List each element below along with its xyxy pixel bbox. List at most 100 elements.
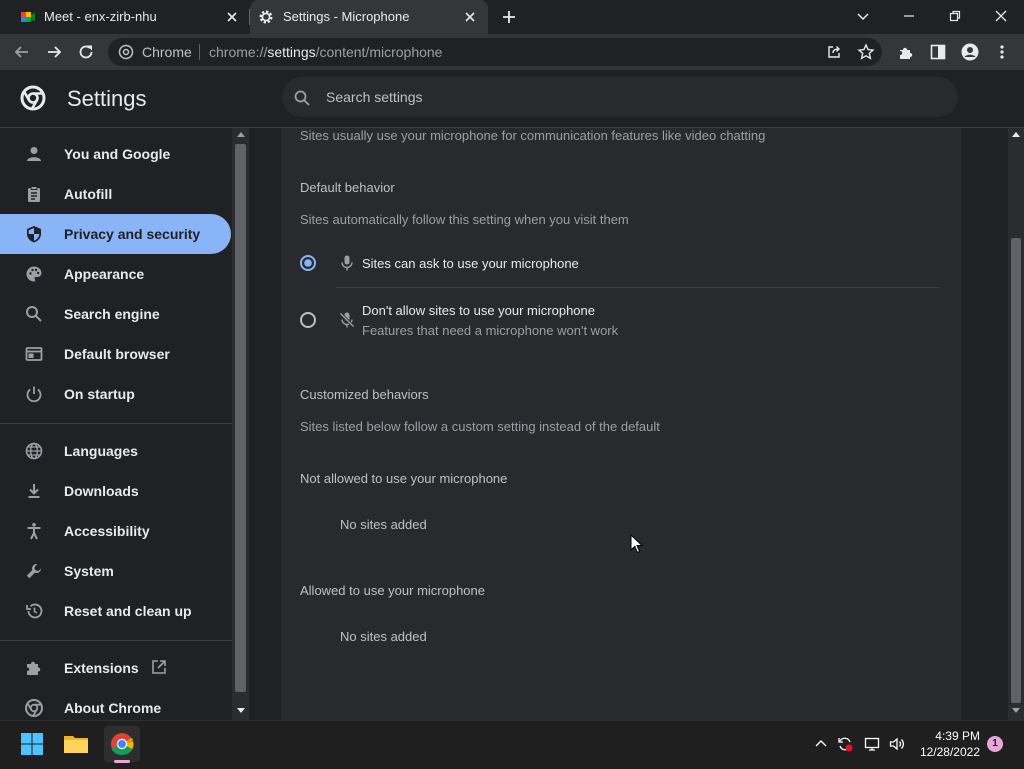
sidebar-divider bbox=[0, 423, 232, 424]
url-text[interactable]: chrome://settings/content/microphone bbox=[209, 44, 442, 60]
sidebar-item-default-browser[interactable]: Default browser bbox=[0, 334, 231, 374]
allowed-empty-text: No sites added bbox=[340, 629, 427, 644]
not-allowed-empty-text: No sites added bbox=[340, 517, 427, 532]
not-allowed-heading: Not allowed to use your microphone bbox=[300, 471, 508, 486]
option-block-label[interactable]: Don't allow sites to use your microphone bbox=[362, 303, 595, 318]
sidebar-item-extensions[interactable]: Extensions bbox=[0, 648, 231, 688]
allowed-heading: Allowed to use your microphone bbox=[300, 583, 485, 598]
palette-icon bbox=[24, 264, 44, 284]
mic-icon bbox=[338, 254, 356, 272]
customized-behaviors-sub: Sites listed below follow a custom setti… bbox=[300, 419, 660, 434]
reload-icon[interactable] bbox=[76, 42, 96, 62]
wrench-icon bbox=[24, 561, 44, 581]
extensions-icon[interactable] bbox=[896, 42, 916, 62]
volume-icon[interactable] bbox=[888, 735, 906, 753]
main-scrollbar-thumb[interactable] bbox=[1011, 238, 1021, 703]
sidebar-item-label: Default browser bbox=[64, 346, 170, 362]
radio-allow-ask[interactable] bbox=[300, 255, 316, 271]
close-tab-icon[interactable] bbox=[224, 9, 240, 25]
option-block-sub: Features that need a microphone won't wo… bbox=[362, 323, 619, 338]
tab-settings[interactable]: Settings - Microphone bbox=[250, 0, 488, 34]
network-icon[interactable] bbox=[863, 735, 881, 753]
sidebar-item-autofill[interactable]: Autofill bbox=[0, 174, 231, 214]
search-input[interactable] bbox=[318, 87, 934, 107]
back-icon[interactable] bbox=[12, 42, 32, 62]
file-explorer-icon[interactable] bbox=[60, 728, 92, 760]
show-hidden-icons-icon[interactable] bbox=[812, 735, 830, 753]
tab-meet[interactable]: Meet - enx-zirb-nhu bbox=[0, 0, 250, 34]
sidebar-item-label: System bbox=[64, 563, 114, 579]
windows-start-icon[interactable] bbox=[16, 728, 48, 760]
sidebar-item-label: Appearance bbox=[64, 266, 145, 282]
tab-title: Meet - enx-zirb-nhu bbox=[44, 9, 157, 24]
scroll-up-icon[interactable] bbox=[1012, 132, 1020, 137]
sidebar-item-downloads[interactable]: Downloads bbox=[0, 471, 231, 511]
power-icon bbox=[24, 384, 44, 404]
sidebar-item-label: About Chrome bbox=[64, 700, 162, 716]
chrome-icon bbox=[24, 698, 44, 718]
new-tab-icon[interactable] bbox=[500, 8, 518, 26]
page-title: Settings bbox=[67, 86, 147, 111]
sidebar-item-accessibility[interactable]: Accessibility bbox=[0, 511, 231, 551]
share-icon[interactable] bbox=[824, 42, 844, 62]
notification-badge[interactable]: 1 bbox=[987, 736, 1003, 752]
sidebar-item-label: Accessibility bbox=[64, 523, 150, 539]
sidebar-item-label: Autofill bbox=[64, 186, 113, 202]
sidebar-item-on-startup[interactable]: On startup bbox=[0, 374, 231, 414]
option-divider bbox=[336, 287, 940, 288]
sidebar-item-languages[interactable]: Languages bbox=[0, 431, 231, 471]
chrome-site-icon[interactable] bbox=[118, 44, 134, 60]
sidebar-item-appearance[interactable]: Appearance bbox=[0, 254, 231, 294]
menu-icon[interactable] bbox=[992, 42, 1012, 62]
person-icon bbox=[24, 144, 44, 164]
history-icon bbox=[24, 601, 44, 621]
tab-search-icon[interactable] bbox=[853, 6, 873, 26]
sidebar-item-label: Reset and clean up bbox=[64, 603, 192, 619]
chrome-taskbar-icon[interactable] bbox=[106, 728, 138, 760]
sidebar-item-you-and-google[interactable]: You and Google bbox=[0, 134, 231, 174]
search-icon bbox=[24, 304, 44, 324]
sidebar-item-label: You and Google bbox=[64, 146, 171, 162]
chrome-logo-icon bbox=[20, 85, 46, 111]
default-behavior-heading: Default behavior bbox=[300, 180, 395, 195]
sidebar-item-privacy-and-security[interactable]: Privacy and security bbox=[0, 214, 231, 254]
scroll-up-icon[interactable] bbox=[237, 132, 245, 137]
scroll-down-icon[interactable] bbox=[1012, 708, 1020, 713]
forward-icon[interactable] bbox=[44, 42, 64, 62]
sidebar-item-system[interactable]: System bbox=[0, 551, 231, 591]
close-tab-icon[interactable] bbox=[462, 9, 478, 25]
sidebar-item-label: Languages bbox=[64, 443, 138, 459]
restore-icon[interactable] bbox=[945, 6, 965, 26]
browser-icon bbox=[24, 344, 44, 364]
tab-title: Settings - Microphone bbox=[283, 9, 410, 24]
sidebar-item-label: Search engine bbox=[64, 306, 160, 322]
sidebar: You and Google Autofill Privacy and secu… bbox=[0, 128, 232, 720]
bookmark-star-icon[interactable] bbox=[856, 42, 876, 62]
active-app-indicator bbox=[114, 760, 130, 763]
clock-date[interactable]: 12/28/2022 bbox=[912, 745, 980, 759]
close-window-icon[interactable] bbox=[991, 6, 1011, 26]
sync-status-icon[interactable] bbox=[836, 735, 854, 753]
search-icon bbox=[293, 89, 311, 107]
google-meet-icon bbox=[20, 9, 36, 25]
site-chip-label: Chrome bbox=[142, 44, 192, 60]
customized-behaviors-heading: Customized behaviors bbox=[300, 387, 429, 402]
sidebar-divider bbox=[0, 640, 232, 641]
sidebar-item-search-engine[interactable]: Search engine bbox=[0, 294, 231, 334]
download-icon bbox=[24, 481, 44, 501]
scroll-down-icon[interactable] bbox=[237, 708, 245, 713]
profile-icon[interactable] bbox=[960, 42, 980, 62]
minimize-icon[interactable] bbox=[899, 6, 919, 26]
side-panel-icon[interactable] bbox=[928, 42, 948, 62]
sidebar-scrollbar-thumb[interactable] bbox=[235, 144, 246, 692]
accessibility-icon bbox=[24, 521, 44, 541]
sidebar-item-reset-and-clean-up[interactable]: Reset and clean up bbox=[0, 591, 231, 631]
external-link-icon bbox=[150, 658, 168, 676]
option-allow-label[interactable]: Sites can ask to use your microphone bbox=[362, 256, 579, 271]
radio-block[interactable] bbox=[300, 312, 316, 328]
clipboard-icon bbox=[24, 184, 44, 204]
shield-icon bbox=[24, 224, 44, 244]
sidebar-item-label: Extensions bbox=[64, 660, 139, 676]
clock-time[interactable]: 4:39 PM bbox=[920, 729, 980, 743]
sidebar-item-label: Privacy and security bbox=[64, 226, 201, 242]
